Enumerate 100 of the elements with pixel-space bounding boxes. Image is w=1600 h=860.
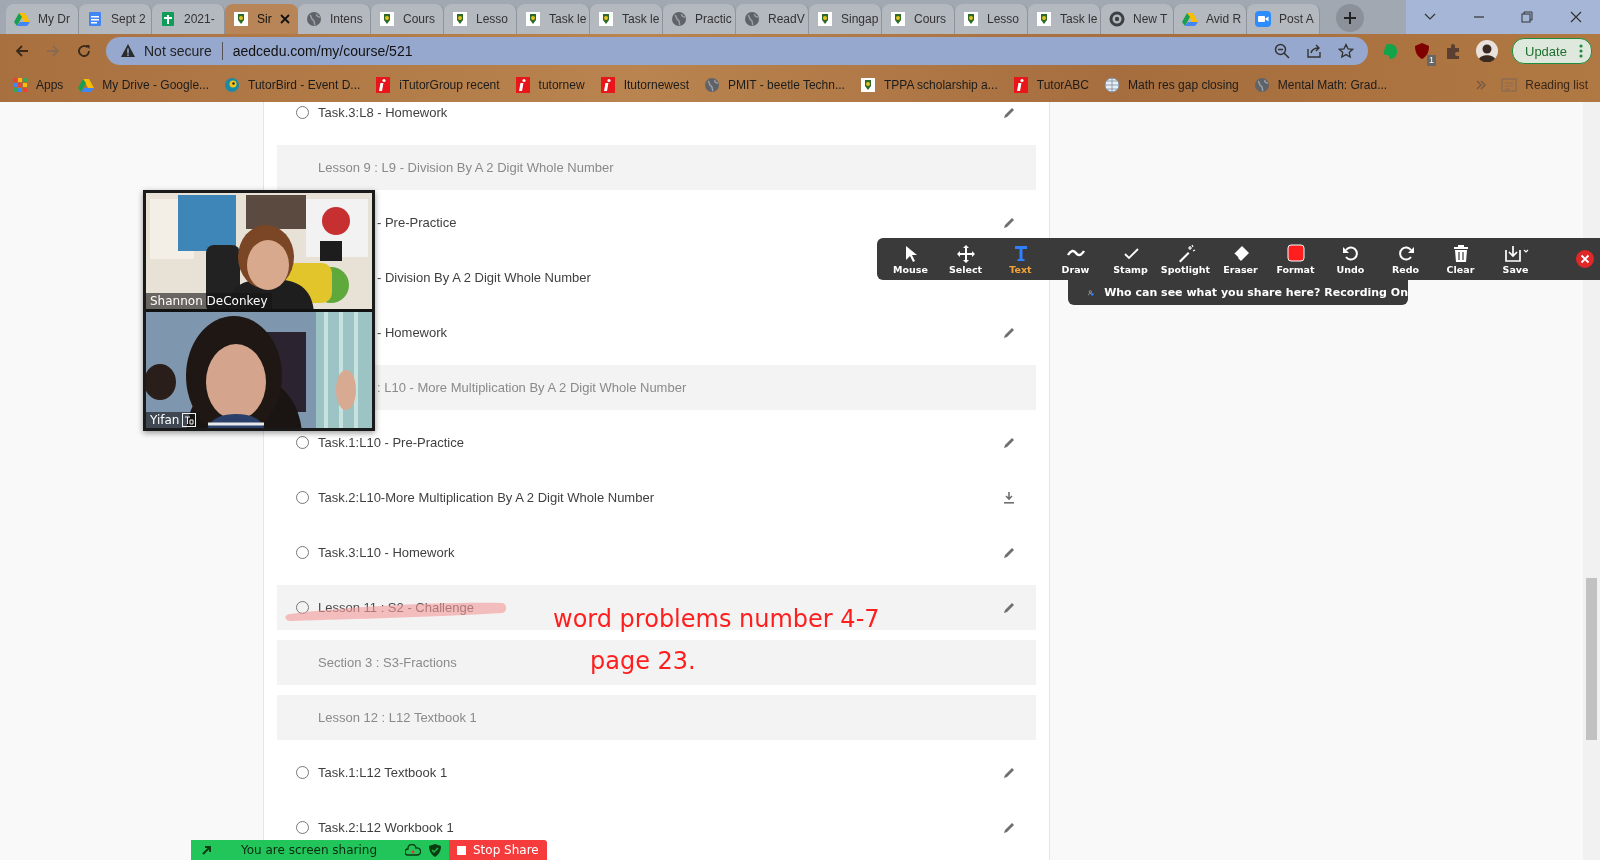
bookmark[interactable]: TutorABC	[1012, 77, 1090, 93]
globe-icon	[1104, 77, 1121, 93]
address-bar[interactable]: Not secure aedcedu.com/my/course/521	[106, 37, 1368, 65]
triangle-icon	[14, 11, 30, 27]
avatar-icon[interactable]	[1476, 40, 1498, 62]
browser-tab[interactable]: Task le	[590, 4, 663, 34]
pencil-icon[interactable]	[1002, 435, 1016, 450]
browser-tab[interactable]: Singap	[809, 4, 882, 34]
participant-name: Shannon DeConkey	[150, 294, 268, 308]
warning-icon	[120, 43, 136, 59]
task-title[interactable]: Task.3:L8 - Homework	[318, 105, 448, 120]
annotation-tool-button[interactable]: Redo	[1378, 243, 1433, 275]
task-title[interactable]: Task.2:L10-More Multiplication By A 2 Digit Whole Number	[318, 490, 654, 505]
pencil-icon[interactable]	[1002, 545, 1016, 560]
bookmark[interactable]: iTutorGroup recent	[375, 77, 500, 93]
download-icon[interactable]	[1002, 490, 1016, 505]
browser-tab[interactable]: Sir	[225, 4, 298, 34]
crest-icon	[233, 11, 249, 27]
info-icon	[514, 77, 531, 93]
bookmark[interactable]: Mental Math: Grad...	[1253, 77, 1388, 93]
restore-icon[interactable]	[1519, 9, 1536, 25]
triangle-icon	[1182, 11, 1198, 27]
crest-icon	[525, 11, 541, 27]
bookmark[interactable]: Itutornewest	[599, 77, 689, 93]
annotation-tool-button[interactable]: Spotlight	[1158, 243, 1213, 275]
browser-tab[interactable]: Task le	[1028, 4, 1101, 34]
task-title[interactable]: - Homework	[377, 325, 448, 340]
bookmark[interactable]: TutorBird - Event D...	[224, 77, 361, 93]
annotation-tool-button[interactable]: Select	[938, 243, 993, 275]
bookmark[interactable]: tutornew	[514, 77, 585, 93]
annotation-tool-button[interactable]: Undo	[1323, 243, 1378, 275]
pencil-icon[interactable]	[1002, 820, 1016, 835]
update-button[interactable]: Update	[1512, 38, 1592, 64]
browser-tab[interactable]: My Dr	[6, 4, 79, 34]
browser-tab[interactable]: Practic	[663, 4, 736, 34]
star-icon[interactable]	[1338, 43, 1354, 59]
shield-icon[interactable]	[429, 843, 441, 857]
task-title[interactable]: - Pre-Practice	[377, 215, 457, 230]
cloud-icon[interactable]	[405, 844, 421, 856]
browser-tab[interactable]: Avid R	[1174, 4, 1247, 34]
browser-tab[interactable]: 2021-	[152, 4, 225, 34]
section-heading: Lesson 12 : L12 Textbook 1	[318, 710, 477, 725]
security-label[interactable]: Not secure	[144, 43, 212, 59]
shield-icon[interactable]	[1414, 42, 1430, 60]
annotation-tool-button[interactable]: Draw	[1048, 243, 1103, 275]
bookmark[interactable]: PMIT - beetle Techn...	[704, 77, 845, 93]
annotation-tool-button[interactable]: Save	[1488, 243, 1543, 275]
task-title[interactable]: Task.3:L10 - Homework	[318, 545, 455, 560]
pencil-icon[interactable]	[1002, 215, 1016, 230]
annotation-tool-button[interactable]: Stamp	[1103, 243, 1158, 275]
pencil-icon[interactable]	[1002, 765, 1016, 780]
annotation-tool-button[interactable]: Mouse	[883, 243, 938, 275]
annotation-tool-button[interactable]: Clear	[1433, 243, 1488, 275]
zoom-out-icon[interactable]	[1274, 43, 1290, 59]
bookmark[interactable]: Math res gap closing	[1104, 77, 1239, 93]
browser-tab[interactable]: Lesso	[444, 4, 517, 34]
task-title[interactable]: - Division By A 2 Digit Whole Number	[377, 270, 591, 285]
task-title[interactable]: Task.1:L10 - Pre-Practice	[318, 435, 464, 450]
extension-badge: 1	[1427, 55, 1436, 66]
bookmark[interactable]: Apps	[12, 77, 64, 93]
bookmark[interactable]: My Drive - Google...	[78, 77, 210, 93]
reading-list-icon	[1501, 77, 1518, 93]
close-icon[interactable]	[280, 14, 290, 24]
info-icon	[375, 77, 392, 93]
scrollbar-thumb[interactable]	[1586, 578, 1597, 740]
new-tab-button[interactable]	[1336, 4, 1364, 32]
sharing-status-bar: You are screen sharing	[191, 840, 449, 860]
annotation-tool-button[interactable]: Format	[1268, 243, 1323, 275]
crest-icon	[379, 11, 395, 27]
pencil-icon[interactable]	[1002, 600, 1016, 615]
reading-list-button[interactable]: Reading list	[1501, 77, 1588, 93]
browser-tab[interactable]: Task le	[517, 4, 590, 34]
crest-icon	[817, 11, 833, 27]
browser-tab[interactable]: Post A	[1247, 4, 1320, 34]
browser-tab[interactable]: Lesso	[955, 4, 1028, 34]
download-tray-icon	[1502, 243, 1529, 263]
pencil-icon[interactable]	[1002, 325, 1016, 340]
handwritten-annotation: word problems number 4-7	[553, 605, 880, 633]
browser-tab[interactable]: Intens	[298, 4, 371, 34]
annotation-tool-button[interactable]: Text	[993, 243, 1048, 275]
pencil-icon[interactable]	[1002, 105, 1016, 120]
puzzle-icon[interactable]	[1444, 42, 1462, 60]
browser-tab[interactable]: ReadV	[736, 4, 809, 34]
annotation-tool-button[interactable]: Eraser	[1213, 243, 1268, 275]
kebab-menu-icon[interactable]	[1578, 44, 1583, 58]
browser-tab[interactable]: Sept 2	[79, 4, 152, 34]
browser-tab[interactable]: New T	[1101, 4, 1174, 34]
bookmark[interactable]: TPPA scholarship a...	[859, 77, 998, 93]
task-title[interactable]: Task.2:L12 Workbook 1	[318, 820, 454, 835]
close-icon[interactable]	[1576, 250, 1594, 268]
browser-tab[interactable]: Cours	[882, 4, 955, 34]
recording-notice[interactable]: Who can see what you share here? Recording On	[1068, 280, 1408, 305]
stop-share-button[interactable]: Stop Share	[449, 840, 547, 860]
scrollbar[interactable]	[1583, 102, 1600, 860]
task-title[interactable]: Task.1:L12 Textbook 1	[318, 765, 448, 780]
reload-icon[interactable]	[76, 43, 92, 59]
share-icon[interactable]	[1306, 43, 1322, 59]
browser-tab[interactable]: Cours	[371, 4, 444, 34]
back-arrow-icon[interactable]	[14, 43, 30, 59]
section-heading: Section 3 : S3-Fractions	[318, 655, 457, 670]
